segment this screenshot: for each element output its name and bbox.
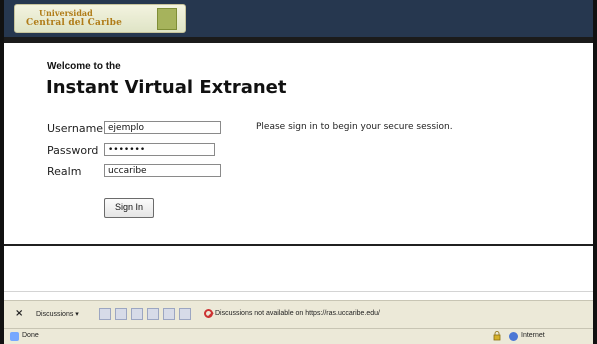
footer-divider — [4, 291, 593, 292]
discussions-message: Discussions not available on https://ras… — [215, 310, 380, 317]
realm-input[interactable] — [104, 164, 221, 177]
internet-zone-icon — [509, 332, 518, 341]
toolbar-icon[interactable] — [99, 308, 111, 320]
username-label: Username — [47, 122, 104, 135]
browser-frame — [0, 0, 597, 344]
browser-statusbar: Done Internet — [4, 328, 593, 344]
toolbar-icon[interactable] — [179, 308, 191, 320]
page-title: Instant Virtual Extranet — [46, 77, 287, 98]
university-logo: Universidad Central del Caribe — [14, 4, 186, 33]
logo-line-1: Universidad — [39, 8, 93, 18]
toolbar-icon[interactable] — [131, 308, 143, 320]
realm-label: Realm — [47, 165, 82, 178]
not-available-icon — [204, 309, 213, 318]
page-icon — [10, 332, 19, 341]
security-zone: Internet — [521, 332, 545, 339]
building-icon — [157, 8, 177, 30]
logo-line-2: Central del Caribe — [26, 18, 123, 28]
toolbar-icon[interactable] — [115, 308, 127, 320]
welcome-line: Welcome to the — [47, 61, 121, 72]
signin-message: Please sign in to begin your secure sess… — [256, 122, 453, 132]
content-divider — [4, 244, 593, 246]
close-icon[interactable]: × — [15, 308, 23, 319]
sign-in-button[interactable]: Sign In — [104, 198, 154, 218]
username-input[interactable] — [104, 121, 221, 134]
header-bar: Universidad Central del Caribe — [4, 0, 593, 39]
toolbar-icon[interactable] — [163, 308, 175, 320]
toolbar-icon[interactable] — [147, 308, 159, 320]
lock-icon — [493, 331, 501, 341]
discussions-toolbar: × Discussions ▾ Discussions not availabl… — [4, 300, 593, 328]
header-divider — [4, 37, 593, 43]
status-text: Done — [22, 332, 39, 339]
password-input[interactable] — [104, 143, 215, 156]
discussions-menu[interactable]: Discussions ▾ — [36, 310, 79, 318]
password-label: Password — [47, 144, 99, 157]
